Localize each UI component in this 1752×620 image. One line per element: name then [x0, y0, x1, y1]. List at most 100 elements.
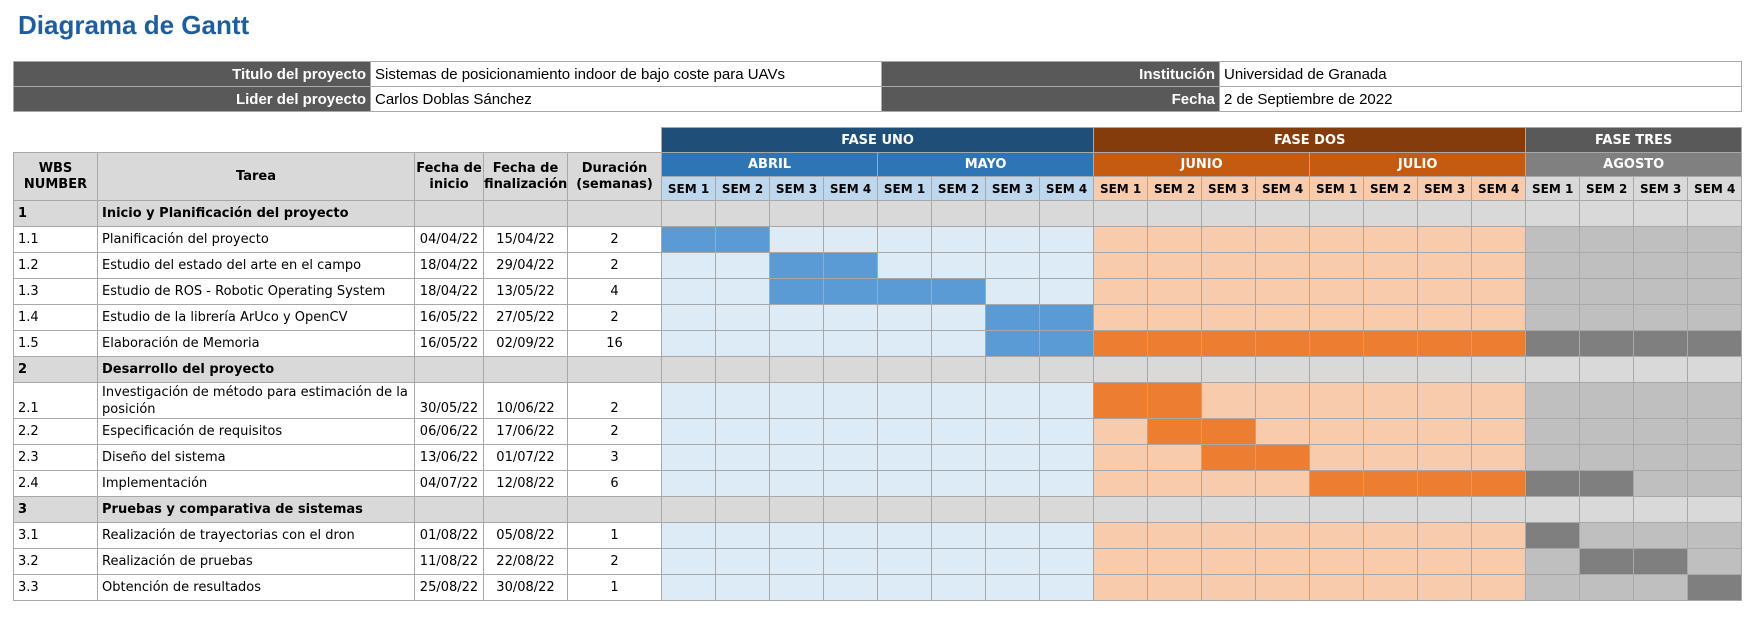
gantt-cell[interactable] — [1687, 226, 1743, 253]
duration-cell[interactable]: 1 — [566, 574, 663, 601]
gantt-cell[interactable] — [769, 382, 825, 419]
gantt-cell[interactable] — [1471, 444, 1527, 471]
gantt-cell[interactable] — [1525, 418, 1581, 445]
gantt-bar-cell[interactable] — [769, 278, 825, 305]
gantt-cell[interactable] — [661, 522, 717, 549]
wbs-cell[interactable]: 3.3 — [13, 574, 98, 601]
gantt-cell[interactable] — [1201, 574, 1257, 601]
gantt-cell[interactable] — [1309, 444, 1365, 471]
gantt-cell[interactable] — [1201, 278, 1257, 305]
gantt-cell[interactable] — [1417, 548, 1473, 575]
task-name-cell[interactable]: Pruebas y comparativa de sistemas — [97, 496, 415, 523]
gantt-cell[interactable] — [1633, 496, 1689, 523]
gantt-cell[interactable] — [985, 444, 1041, 471]
gantt-cell[interactable] — [931, 226, 987, 253]
gantt-cell[interactable] — [1633, 278, 1689, 305]
gantt-cell[interactable] — [1579, 444, 1635, 471]
gantt-cell[interactable] — [715, 304, 771, 331]
gantt-cell[interactable] — [1687, 304, 1743, 331]
wbs-cell[interactable]: 2 — [13, 356, 98, 383]
gantt-bar-cell[interactable] — [1687, 330, 1743, 357]
gantt-cell[interactable] — [1309, 252, 1365, 279]
gantt-cell[interactable] — [1363, 304, 1419, 331]
gantt-cell[interactable] — [1039, 444, 1095, 471]
gantt-cell[interactable] — [1093, 574, 1149, 601]
gantt-cell[interactable] — [1309, 548, 1365, 575]
gantt-cell[interactable] — [769, 548, 825, 575]
gantt-cell[interactable] — [1039, 522, 1095, 549]
gantt-cell[interactable] — [1579, 574, 1635, 601]
gantt-cell[interactable] — [1039, 356, 1095, 383]
gantt-cell[interactable] — [1579, 304, 1635, 331]
gantt-cell[interactable] — [1417, 444, 1473, 471]
gantt-cell[interactable] — [1579, 356, 1635, 383]
task-name-cell[interactable]: Obtención de resultados — [97, 574, 415, 601]
gantt-cell[interactable] — [1147, 200, 1203, 227]
gantt-cell[interactable] — [1687, 382, 1743, 419]
gantt-cell[interactable] — [1201, 496, 1257, 523]
gantt-cell[interactable] — [1093, 522, 1149, 549]
gantt-cell[interactable] — [1039, 200, 1095, 227]
gantt-cell[interactable] — [769, 522, 825, 549]
gantt-bar-cell[interactable] — [1633, 330, 1689, 357]
gantt-cell[interactable] — [1363, 278, 1419, 305]
gantt-cell[interactable] — [877, 330, 933, 357]
gantt-cell[interactable] — [1201, 522, 1257, 549]
gantt-cell[interactable] — [1417, 226, 1473, 253]
wbs-cell[interactable]: 1.4 — [13, 304, 98, 331]
gantt-cell[interactable] — [931, 356, 987, 383]
gantt-cell[interactable] — [1579, 278, 1635, 305]
gantt-cell[interactable] — [1471, 226, 1527, 253]
wbs-cell[interactable]: 2.2 — [13, 418, 98, 445]
gantt-cell[interactable] — [661, 382, 717, 419]
gantt-cell[interactable] — [1147, 444, 1203, 471]
gantt-cell[interactable] — [1417, 252, 1473, 279]
gantt-cell[interactable] — [985, 522, 1041, 549]
gantt-cell[interactable] — [1147, 252, 1203, 279]
start-date-cell[interactable]: 06/06/22 — [414, 418, 484, 445]
gantt-bar-cell[interactable] — [1093, 330, 1149, 357]
gantt-cell[interactable] — [1255, 470, 1311, 497]
duration-cell[interactable]: 2 — [566, 548, 663, 575]
date-value[interactable]: 2 de Septiembre de 2022 — [1219, 86, 1742, 112]
gantt-cell[interactable] — [877, 304, 933, 331]
gantt-bar-cell[interactable] — [1201, 418, 1257, 445]
gantt-cell[interactable] — [823, 470, 879, 497]
gantt-cell[interactable] — [1417, 418, 1473, 445]
gantt-cell[interactable] — [823, 496, 879, 523]
gantt-cell[interactable] — [823, 548, 879, 575]
gantt-cell[interactable] — [1147, 496, 1203, 523]
gantt-bar-cell[interactable] — [1579, 330, 1635, 357]
gantt-cell[interactable] — [1201, 200, 1257, 227]
gantt-cell[interactable] — [1687, 200, 1743, 227]
duration-cell[interactable] — [566, 200, 663, 227]
start-date-cell[interactable]: 25/08/22 — [414, 574, 484, 601]
start-date-cell[interactable]: 18/04/22 — [414, 252, 484, 279]
gantt-cell[interactable] — [715, 522, 771, 549]
gantt-cell[interactable] — [715, 470, 771, 497]
gantt-cell[interactable] — [1201, 252, 1257, 279]
wbs-cell[interactable]: 1 — [13, 200, 98, 227]
gantt-cell[interactable] — [769, 356, 825, 383]
gantt-cell[interactable] — [1255, 496, 1311, 523]
end-date-cell[interactable]: 12/08/22 — [483, 470, 568, 497]
gantt-cell[interactable] — [985, 356, 1041, 383]
gantt-cell[interactable] — [1255, 200, 1311, 227]
gantt-cell[interactable] — [1579, 418, 1635, 445]
gantt-cell[interactable] — [877, 382, 933, 419]
duration-cell[interactable] — [566, 496, 663, 523]
gantt-cell[interactable] — [1363, 522, 1419, 549]
gantt-cell[interactable] — [1579, 226, 1635, 253]
gantt-cell[interactable] — [931, 418, 987, 445]
end-date-cell[interactable]: 05/08/22 — [483, 522, 568, 549]
gantt-bar-cell[interactable] — [1579, 470, 1635, 497]
gantt-bar-cell[interactable] — [1201, 444, 1257, 471]
gantt-cell[interactable] — [1255, 226, 1311, 253]
gantt-cell[interactable] — [715, 574, 771, 601]
gantt-cell[interactable] — [1309, 574, 1365, 601]
gantt-cell[interactable] — [1093, 418, 1149, 445]
duration-cell[interactable]: 1 — [566, 522, 663, 549]
gantt-cell[interactable] — [661, 356, 717, 383]
gantt-cell[interactable] — [877, 522, 933, 549]
gantt-cell[interactable] — [1633, 574, 1689, 601]
